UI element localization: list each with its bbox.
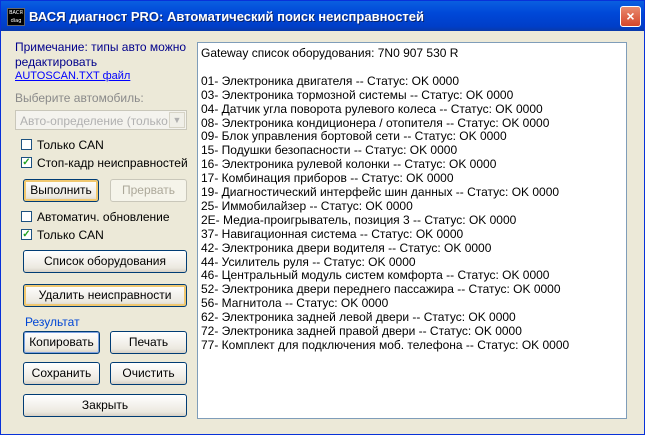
output-line: 08- Электроника кондиционера / отопителя… <box>201 115 550 130</box>
window-title: ВАСЯ диагност PRO: Автоматический поиск … <box>29 9 425 24</box>
save-button[interactable]: Сохранить <box>23 362 100 385</box>
close-window-button[interactable]: × <box>620 6 641 27</box>
checkbox-label: Стоп-кадр неисправностей <box>37 156 188 170</box>
output-line: 52- Электроника двери переднего пассажир… <box>201 282 561 297</box>
checkbox-box[interactable] <box>21 211 32 222</box>
app-icon: ВАСЯ diag <box>7 8 25 26</box>
output-line: 37- Навигационная система -- Статус: OK … <box>201 226 464 241</box>
copy-button[interactable]: Копировать <box>23 331 100 354</box>
output-line: 04- Датчик угла поворота рулевого колеса… <box>201 101 543 116</box>
close-button[interactable]: Закрыть <box>23 394 187 417</box>
checkbox-label: Автоматич. обновление <box>37 210 170 224</box>
clear-faults-button[interactable]: Удалить неисправности <box>23 284 187 307</box>
close-icon: × <box>626 8 635 24</box>
output-line: 44- Усилитель руля -- Статус: OK 0000 <box>201 254 416 269</box>
equipment-list-button[interactable]: Список оборудования <box>23 250 187 273</box>
output-line: 46- Центральный модуль систем комфорта -… <box>201 268 550 283</box>
output-line: 77- Комплект для подключения моб. телефо… <box>201 337 570 352</box>
car-select[interactable]: Авто-определение (только ▼ <box>15 110 187 130</box>
checkbox-label: Только CAN <box>37 138 104 152</box>
checkbox-box[interactable] <box>21 139 32 150</box>
autoscan-file-link[interactable]: AUTOSCAN.TXT файл <box>15 70 130 82</box>
output-line: 56- Магнитола -- Статус: OK 0000 <box>201 296 389 311</box>
output-line: 09- Блок управления бортовой сети -- Ста… <box>201 129 507 144</box>
clear-button[interactable]: Очистить <box>110 362 187 385</box>
output-line: 72- Электроника задней правой двери -- С… <box>201 324 522 338</box>
output-line: 15- Подушки безопасности -- Статус: OK 0… <box>201 143 458 158</box>
output-line: 25- Иммобилайзер -- Статус: OK 0000 <box>201 198 413 213</box>
checkbox-label: Только CAN <box>37 228 104 242</box>
result-output-textarea[interactable]: Gateway список оборудования: 7N0 907 530… <box>197 42 627 419</box>
note-text: Примечание: типы авто можно редактироват… <box>15 40 187 69</box>
output-line: 19- Диагностический интерфейс шин данных… <box>201 185 560 199</box>
chevron-down-icon[interactable]: ▼ <box>169 112 185 128</box>
output-line: 16- Электроника рулевой колонки -- Стату… <box>201 157 497 172</box>
output-line: 2E- Медиа-проигрыватель, позиция 3 -- Ст… <box>201 212 517 227</box>
main-window: ВАСЯ diag ВАСЯ диагност PRO: Автоматичес… <box>0 0 645 435</box>
print-button[interactable]: Печать <box>110 331 187 354</box>
output-line: 17- Комбинация приборов -- Статус: OK 00… <box>201 171 454 186</box>
result-group-label: Результат <box>25 315 80 329</box>
abort-button[interactable]: Прервать <box>110 179 187 202</box>
car-select-value: Авто-определение (только <box>20 114 168 128</box>
output-line: Gateway список оборудования: 7N0 907 530… <box>201 46 459 60</box>
execute-button[interactable]: Выполнить <box>23 179 99 202</box>
output-line: 01- Электроника двигателя -- Статус: OK … <box>201 73 460 88</box>
output-line: 62- Электроника задней левой двери -- Ст… <box>201 310 516 325</box>
checkbox-box[interactable]: ✓ <box>21 229 32 240</box>
output-line: 42- Электроника двери водителя -- Статус… <box>201 240 492 255</box>
select-car-label: Выберите автомобиль: <box>15 91 144 105</box>
title-bar[interactable]: ВАСЯ diag ВАСЯ диагност PRO: Автоматичес… <box>1 1 644 31</box>
output-line: 03- Электроника тормозной системы -- Ста… <box>201 87 514 102</box>
checkbox-box[interactable]: ✓ <box>21 157 32 168</box>
